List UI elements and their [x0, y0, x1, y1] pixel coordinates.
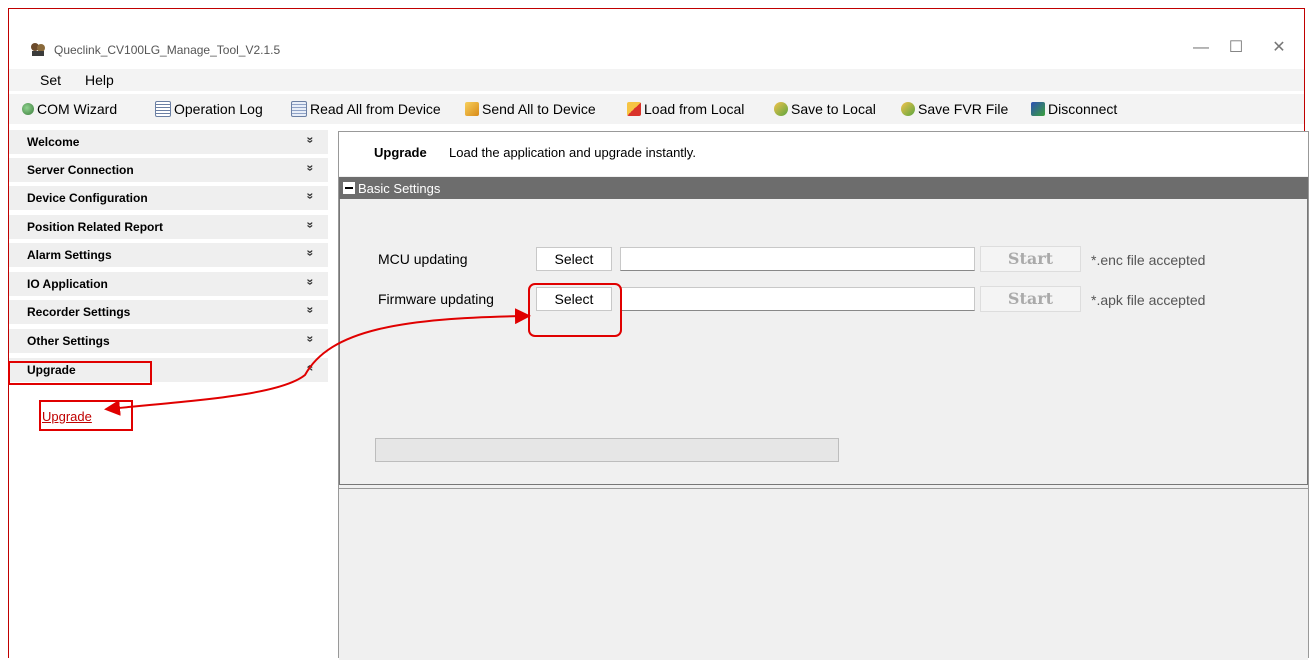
load-from-local-button[interactable]: Load from Local: [627, 100, 744, 118]
firmware-updating-label: Firmware updating: [378, 291, 494, 307]
firmware-start-button[interactable]: Start: [980, 286, 1081, 312]
sidebar-item-server-connection[interactable]: Server Connection »: [9, 158, 328, 184]
firmware-select-button[interactable]: Select: [536, 287, 612, 311]
sidebar-item-welcome[interactable]: Welcome »: [9, 130, 328, 156]
page-header: Upgrade Load the application and upgrade…: [339, 132, 1308, 176]
basic-settings-body: MCU updating Select Start *.enc file acc…: [339, 199, 1308, 485]
window-title: Queclink_CV100LG_Manage_Tool_V2.1.5: [54, 43, 281, 57]
mcu-file-hint: *.enc file accepted: [1091, 252, 1206, 268]
mcu-select-button[interactable]: Select: [536, 247, 612, 271]
sidebar: Welcome » Server Connection » Device Con…: [9, 130, 328, 658]
chevron-down-icon: »: [303, 249, 318, 257]
firmware-file-path-input[interactable]: [620, 287, 975, 311]
load-icon: [627, 102, 641, 116]
disconnect-icon: [1031, 102, 1045, 116]
minimize-button[interactable]: —: [1181, 34, 1221, 62]
page-description: Load the application and upgrade instant…: [449, 145, 696, 160]
save-fvr-file-button[interactable]: Save FVR File: [901, 100, 1008, 118]
title-bar: Queclink_CV100LG_Manage_Tool_V2.1.5 — ☐ …: [9, 30, 1304, 66]
page-title: Upgrade: [374, 145, 427, 160]
sidebar-item-io-application[interactable]: IO Application »: [9, 272, 328, 298]
sidebar-item-alarm-settings[interactable]: Alarm Settings »: [9, 243, 328, 269]
mcu-start-button[interactable]: Start: [980, 246, 1081, 272]
sidebar-item-recorder-settings[interactable]: Recorder Settings »: [9, 300, 328, 326]
send-all-button[interactable]: Send All to Device: [465, 100, 596, 118]
upgrade-progress-bar: [375, 438, 839, 462]
send-icon: [465, 102, 479, 116]
sidebar-item-upgrade[interactable]: Upgrade «: [9, 358, 328, 384]
sidebar-item-position-report[interactable]: Position Related Report »: [9, 215, 328, 241]
save-fvr-icon: [901, 102, 915, 116]
section-title: Basic Settings: [358, 181, 441, 196]
sidebar-item-other-settings[interactable]: Other Settings »: [9, 329, 328, 355]
collapse-icon[interactable]: [343, 182, 355, 194]
menu-bar: Set Help: [9, 69, 1304, 91]
mcu-file-path-input[interactable]: [620, 247, 975, 271]
sidebar-item-device-configuration[interactable]: Device Configuration »: [9, 186, 328, 212]
maximize-button[interactable]: ☐: [1216, 34, 1256, 62]
firmware-file-hint: *.apk file accepted: [1091, 292, 1206, 308]
chevron-down-icon: »: [303, 306, 318, 314]
log-area: [339, 488, 1308, 660]
mcu-updating-label: MCU updating: [378, 251, 468, 267]
sidebar-sublink-upgrade[interactable]: Upgrade: [42, 409, 92, 424]
chevron-down-icon: »: [303, 164, 318, 172]
log-icon: [155, 101, 171, 117]
toolbar: COM Wizard Operation Log Read All from D…: [9, 94, 1304, 124]
chevron-down-icon: »: [303, 192, 318, 200]
app-logo-icon: [30, 42, 46, 56]
com-wizard-button[interactable]: COM Wizard: [22, 100, 117, 118]
menu-set[interactable]: Set: [40, 72, 61, 88]
wizard-icon: [22, 103, 34, 115]
chevron-down-icon: »: [303, 221, 318, 229]
save-to-local-button[interactable]: Save to Local: [774, 100, 876, 118]
menu-help[interactable]: Help: [85, 72, 114, 88]
main-panel: Upgrade Load the application and upgrade…: [338, 131, 1309, 660]
read-all-button[interactable]: Read All from Device: [291, 100, 441, 118]
read-icon: [291, 101, 307, 117]
chevron-up-icon: «: [303, 364, 318, 372]
basic-settings-header[interactable]: Basic Settings: [339, 177, 1308, 199]
save-icon: [774, 102, 788, 116]
operation-log-button[interactable]: Operation Log: [155, 100, 263, 118]
chevron-down-icon: »: [303, 335, 318, 343]
chevron-down-icon: »: [303, 278, 318, 286]
close-button[interactable]: ✕: [1259, 34, 1299, 62]
disconnect-button[interactable]: Disconnect: [1031, 100, 1117, 118]
chevron-down-icon: »: [303, 136, 318, 144]
